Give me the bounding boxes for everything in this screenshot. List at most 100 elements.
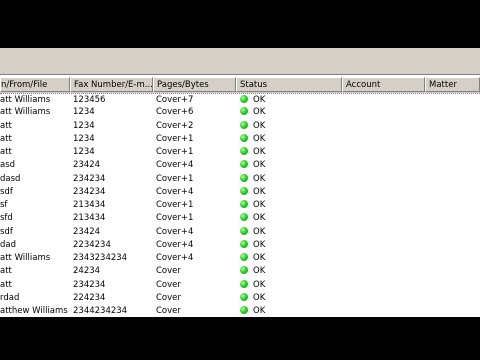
- cell-fax-number: 234234: [73, 186, 106, 197]
- status-ok-icon: [240, 253, 248, 261]
- status-text: OK: [253, 292, 266, 303]
- status-text: OK: [253, 306, 266, 316]
- cell-fax-number: 23424: [73, 226, 101, 237]
- column-header-account[interactable]: Account: [342, 77, 425, 92]
- cell-from: att: [0, 147, 12, 157]
- table-row[interactable]: sf 213434 Cover+1 OK: [0, 199, 480, 212]
- cell-status: OK: [240, 292, 340, 305]
- table-row[interactable]: att 24234 Cover OK: [0, 265, 480, 278]
- cell-from: dad: [0, 239, 16, 250]
- table-row[interactable]: att Williams 1234 Cover+6 OK: [0, 106, 480, 119]
- cell-from: sdf: [0, 186, 13, 197]
- status-ok-icon: [240, 173, 248, 182]
- cell-fax-number: 2234234: [73, 239, 111, 250]
- status-ok-icon: [240, 279, 248, 288]
- cell-pages: Cover+4: [156, 160, 194, 171]
- cell-status: OK: [240, 212, 340, 225]
- cell-pages: Cover+1: [156, 213, 194, 224]
- cell-from: atthew Williams: [0, 306, 68, 316]
- table-row[interactable]: dad 2234234 Cover+4 OK: [0, 239, 480, 252]
- cell-pages: Cover+1: [156, 133, 194, 144]
- cell-status: OK: [240, 173, 340, 186]
- cell-status: OK: [240, 159, 340, 172]
- status-text: OK: [253, 226, 266, 237]
- status-ok-icon: [240, 133, 248, 142]
- cell-pages: Cover+1: [156, 200, 194, 210]
- cell-pages: Cover: [156, 292, 181, 303]
- table-row[interactable]: sfd 213434 Cover+1 OK: [0, 212, 480, 225]
- cell-fax-number: 2343234234: [73, 253, 128, 263]
- cell-status: OK: [240, 239, 340, 252]
- status-ok-icon: [240, 120, 248, 129]
- column-header-pages[interactable]: Pages/Bytes: [153, 77, 236, 92]
- cell-pages: Cover+4: [156, 226, 194, 237]
- fax-log-list[interactable]: n/From/File Fax Number/E-m... Pages/Byte…: [0, 77, 480, 317]
- cell-from: dasd: [0, 173, 21, 184]
- status-ok-icon: [240, 239, 248, 248]
- status-text: OK: [253, 133, 266, 144]
- table-row[interactable]: att 1234 Cover+1 OK: [0, 133, 480, 146]
- letterbox-top: [0, 0, 480, 48]
- column-header-status[interactable]: Status: [236, 77, 342, 92]
- status-text: OK: [253, 253, 266, 263]
- table-row[interactable]: asd 23424 Cover+4 OK: [0, 159, 480, 172]
- cell-pages: Cover: [156, 266, 181, 277]
- column-header-from[interactable]: n/From/File: [0, 77, 70, 92]
- table-row[interactable]: att 1234 Cover+1 OK: [0, 146, 480, 159]
- cell-fax-number: 2344234234: [73, 306, 128, 316]
- cell-pages: Cover+1: [156, 147, 194, 157]
- cell-from: asd: [0, 160, 16, 171]
- cell-fax-number: 23424: [73, 160, 101, 171]
- table-row[interactable]: att 1234 Cover+2 OK: [0, 120, 480, 133]
- cell-pages: Cover+6: [156, 107, 194, 118]
- status-ok-icon: [240, 306, 248, 314]
- toolbar-area: [0, 48, 480, 75]
- table-row[interactable]: att 234234 Cover OK: [0, 279, 480, 292]
- status-ok-icon: [240, 266, 248, 275]
- letterbox-bottom: [0, 317, 480, 360]
- cell-fax-number: 234234: [73, 279, 106, 290]
- cell-pages: Cover+4: [156, 239, 194, 250]
- cell-fax-number: 1234: [73, 147, 95, 157]
- table-row[interactable]: rdad 224234 Cover OK: [0, 292, 480, 305]
- table-row[interactable]: sdf 23424 Cover+4 OK: [0, 226, 480, 239]
- list-header: n/From/File Fax Number/E-m... Pages/Byte…: [0, 77, 480, 93]
- status-ok-icon: [240, 186, 248, 195]
- cell-status: OK: [240, 199, 340, 212]
- cell-status: OK: [240, 94, 340, 107]
- status-ok-icon: [240, 95, 248, 103]
- cell-status: OK: [240, 252, 340, 265]
- status-text: OK: [253, 173, 266, 184]
- status-text: OK: [253, 107, 266, 118]
- cell-pages: Cover+1: [156, 173, 194, 184]
- cell-pages: Cover+4: [156, 186, 194, 197]
- cell-fax-number: 24234: [73, 266, 101, 277]
- cell-pages: Cover+4: [156, 253, 194, 263]
- status-text: OK: [253, 95, 266, 105]
- cell-fax-number: 234234: [73, 173, 106, 184]
- table-row[interactable]: atthew Williams 2344234234 Cover OK: [0, 305, 480, 317]
- table-row[interactable]: dasd 234234 Cover+1 OK: [0, 173, 480, 186]
- cell-from: sfd: [0, 213, 13, 224]
- table-row[interactable]: att Williams 2343234234 Cover+4 OK: [0, 252, 480, 265]
- cell-status: OK: [240, 305, 340, 317]
- status-text: OK: [253, 186, 266, 197]
- status-ok-icon: [240, 200, 248, 208]
- column-header-matter[interactable]: Matter: [425, 77, 480, 92]
- status-text: OK: [253, 160, 266, 171]
- table-row[interactable]: att Williams 123456 Cover+7 OK: [0, 93, 480, 106]
- cell-from: att: [0, 279, 12, 290]
- cell-from: att: [0, 133, 12, 144]
- table-row[interactable]: sdf 234234 Cover+4 OK: [0, 186, 480, 199]
- cell-status: OK: [240, 133, 340, 146]
- status-text: OK: [253, 266, 266, 277]
- cell-status: OK: [240, 265, 340, 278]
- cell-pages: Cover: [156, 279, 181, 290]
- cell-status: OK: [240, 226, 340, 239]
- cell-pages: Cover+2: [156, 120, 194, 131]
- status-text: OK: [253, 213, 266, 224]
- column-header-fax-number[interactable]: Fax Number/E-m...: [70, 77, 153, 92]
- cell-fax-number: 1234: [73, 133, 95, 144]
- cell-from: sf: [0, 200, 8, 210]
- cell-pages: Cover: [156, 306, 181, 316]
